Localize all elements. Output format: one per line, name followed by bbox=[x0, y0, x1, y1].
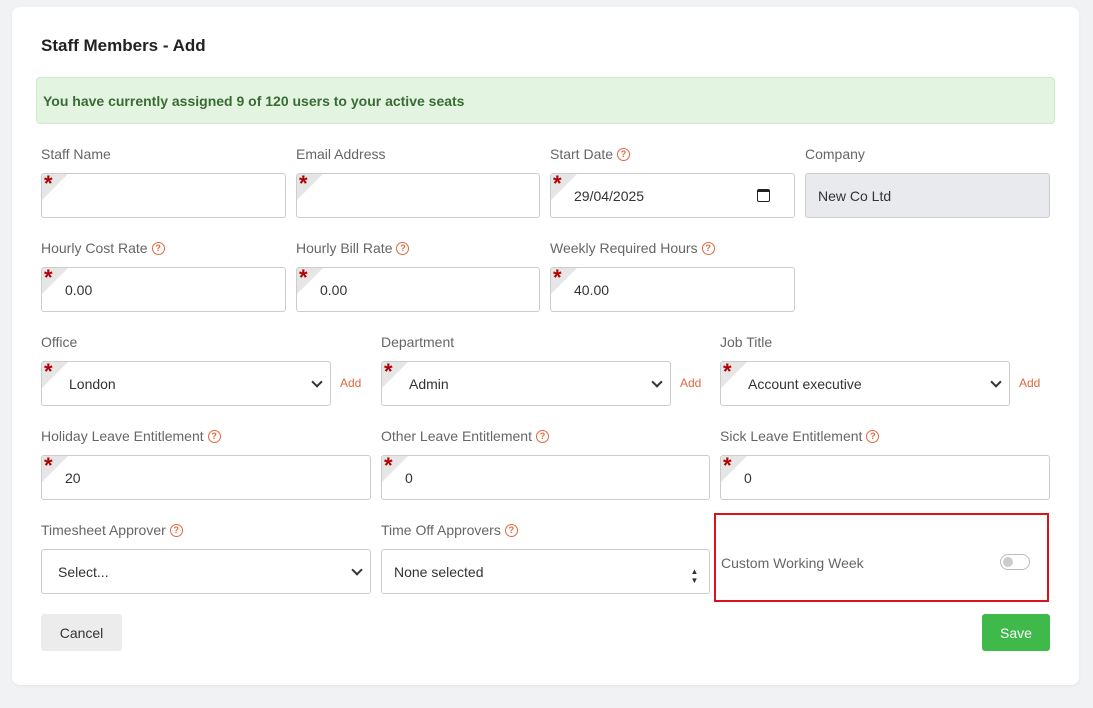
job-title-select[interactable]: * Account executive bbox=[720, 361, 1010, 406]
seats-alert: You have currently assigned 9 of 120 use… bbox=[36, 77, 1055, 124]
weekly-hours-input[interactable]: * 40.00 bbox=[550, 267, 795, 312]
company-field: New Co Ltd bbox=[805, 173, 1050, 218]
required-star-icon: * bbox=[384, 361, 393, 384]
help-icon[interactable]: ? bbox=[396, 241, 410, 255]
department-label: Department bbox=[381, 334, 455, 350]
required-star-icon: * bbox=[44, 173, 53, 196]
help-icon[interactable]: ? bbox=[535, 429, 549, 443]
help-icon[interactable]: ? bbox=[504, 523, 518, 537]
required-star-icon: * bbox=[553, 267, 562, 290]
hourly-bill-input[interactable]: * 0.00 bbox=[296, 267, 540, 312]
chevron-down-icon bbox=[351, 564, 363, 576]
time-off-approvers-label: Time Off Approvers? bbox=[381, 521, 518, 539]
toggle-knob bbox=[1003, 557, 1013, 567]
help-icon[interactable]: ? bbox=[866, 429, 880, 443]
calendar-icon[interactable] bbox=[757, 189, 770, 202]
start-date-input[interactable]: * 29/04/2025 bbox=[550, 173, 795, 218]
help-icon[interactable]: ? bbox=[151, 241, 165, 255]
holiday-leave-input[interactable]: * 20 bbox=[41, 455, 371, 500]
cancel-button[interactable]: Cancel bbox=[41, 614, 122, 651]
custom-week-toggle[interactable] bbox=[1000, 554, 1030, 570]
add-department-link[interactable]: Add bbox=[680, 376, 701, 390]
required-star-icon: * bbox=[44, 455, 53, 478]
required-star-icon: * bbox=[44, 361, 53, 384]
email-input[interactable]: * bbox=[296, 173, 540, 218]
job-title-label: Job Title bbox=[720, 334, 773, 350]
holiday-leave-label: Holiday Leave Entitlement? bbox=[41, 427, 221, 445]
staff-name-label: Staff Name bbox=[41, 146, 111, 162]
other-leave-label: Other Leave Entitlement? bbox=[381, 427, 549, 445]
staff-name-input[interactable]: * bbox=[41, 173, 286, 218]
chevron-down-icon bbox=[311, 376, 323, 388]
help-icon[interactable]: ? bbox=[207, 429, 221, 443]
page-title: Staff Members - Add bbox=[41, 36, 206, 55]
hourly-bill-label: Hourly Bill Rate? bbox=[296, 239, 410, 257]
help-icon[interactable]: ? bbox=[169, 523, 183, 537]
help-icon[interactable]: ? bbox=[701, 241, 715, 255]
required-star-icon: * bbox=[384, 455, 393, 478]
hourly-cost-input[interactable]: * 0.00 bbox=[41, 267, 286, 312]
time-off-approvers-select[interactable]: None selected ▲▼ bbox=[381, 549, 710, 594]
add-job-title-link[interactable]: Add bbox=[1019, 376, 1040, 390]
email-label: Email Address bbox=[296, 146, 386, 162]
required-star-icon: * bbox=[553, 173, 562, 196]
chevron-down-icon bbox=[990, 376, 1002, 388]
office-label: Office bbox=[41, 334, 78, 350]
office-select[interactable]: * London bbox=[41, 361, 331, 406]
seats-alert-text: You have currently assigned 9 of 120 use… bbox=[43, 93, 465, 109]
timesheet-approver-select[interactable]: Select... bbox=[41, 549, 371, 594]
required-star-icon: * bbox=[44, 267, 53, 290]
help-icon[interactable]: ? bbox=[617, 147, 631, 161]
sort-updown-icon: ▲▼ bbox=[690, 567, 699, 585]
hourly-cost-label: Hourly Cost Rate? bbox=[41, 239, 165, 257]
required-star-icon: * bbox=[723, 361, 732, 384]
timesheet-approver-label: Timesheet Approver? bbox=[41, 521, 183, 539]
required-star-icon: * bbox=[723, 455, 732, 478]
weekly-hours-label: Weekly Required Hours? bbox=[550, 239, 715, 257]
sick-leave-input[interactable]: * 0 bbox=[720, 455, 1050, 500]
start-date-label: Start Date? bbox=[550, 145, 631, 163]
required-star-icon: * bbox=[299, 267, 308, 290]
save-button[interactable]: Save bbox=[982, 614, 1050, 651]
custom-week-label: Custom Working Week bbox=[721, 555, 864, 571]
add-office-link[interactable]: Add bbox=[340, 376, 361, 390]
required-star-icon: * bbox=[299, 173, 308, 196]
company-label: Company bbox=[805, 146, 865, 162]
sick-leave-label: Sick Leave Entitlement? bbox=[720, 427, 880, 445]
chevron-down-icon bbox=[651, 376, 663, 388]
department-select[interactable]: * Admin bbox=[381, 361, 671, 406]
other-leave-input[interactable]: * 0 bbox=[381, 455, 710, 500]
